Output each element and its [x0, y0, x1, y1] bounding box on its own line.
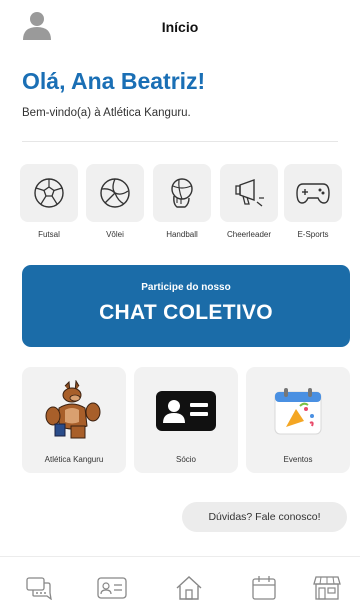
sport-tile[interactable]	[86, 164, 144, 222]
divider	[22, 141, 338, 142]
nav-chat[interactable]	[24, 575, 54, 601]
gamepad-icon	[296, 183, 330, 204]
header: Início	[0, 0, 360, 52]
welcome-text: Bem-vindo(a) à Atlética Kanguru.	[22, 107, 191, 119]
soccer-ball-icon	[34, 178, 64, 208]
calendar-party-icon	[274, 388, 322, 435]
card-label: Sócio	[175, 455, 196, 464]
sport-label: Vôlei	[106, 230, 124, 239]
member-card-icon	[156, 391, 216, 431]
card-atletica-kanguru[interactable]: Atlética Kanguru	[22, 367, 126, 473]
chat-banner-subtitle: Participe do nosso	[141, 282, 231, 293]
sport-item-handball[interactable]: Handball	[153, 164, 211, 239]
store-icon	[313, 576, 341, 600]
sport-label: E-Sports	[297, 230, 329, 239]
sport-label: Handball	[166, 230, 198, 239]
member-card-icon	[97, 577, 127, 599]
calendar-icon	[252, 576, 276, 600]
sport-tile[interactable]	[153, 164, 211, 222]
volleyball-icon	[100, 178, 130, 208]
feature-cards: Atlética Kanguru Sócio Eventos	[22, 367, 352, 473]
card-icon	[246, 381, 350, 441]
page-title: Início	[161, 19, 199, 35]
help-contact-button[interactable]: Dúvidas? Fale conosco!	[182, 502, 347, 532]
sport-tile[interactable]	[284, 164, 342, 222]
sport-tile[interactable]	[220, 164, 278, 222]
chat-banner-title: CHAT COLETIVO	[99, 301, 273, 324]
sport-label: Futsal	[38, 230, 60, 239]
card-icon	[22, 380, 126, 441]
card-label: Atlética Kanguru	[44, 455, 104, 464]
chat-coletivo-banner[interactable]: Participe do nosso CHAT COLETIVO	[22, 265, 350, 347]
nav-member-card[interactable]	[97, 575, 127, 601]
sports-row: Futsal Vôlei Handball Cheerleader E-Spor…	[20, 164, 342, 246]
card-socio[interactable]: Sócio	[134, 367, 238, 473]
sport-item-cheerleader[interactable]: Cheerleader	[220, 164, 278, 239]
cheerleader-megaphone-icon	[235, 179, 264, 207]
chat-icon	[26, 577, 52, 600]
card-eventos[interactable]: Eventos	[246, 367, 350, 473]
home-icon	[176, 576, 202, 600]
sport-item-futsal[interactable]: Futsal	[20, 164, 78, 239]
card-icon	[134, 381, 238, 441]
sport-item-esports[interactable]: E-Sports	[284, 164, 342, 239]
nav-store[interactable]	[312, 575, 342, 601]
sport-item-volei[interactable]: Vôlei	[86, 164, 144, 239]
greeting-heading: Olá, Ana Beatriz!	[22, 68, 206, 94]
card-label: Eventos	[283, 455, 313, 464]
nav-home[interactable]	[174, 575, 204, 601]
kangaroo-mascot-icon	[45, 380, 101, 439]
handball-icon	[171, 178, 193, 208]
bottom-nav	[0, 556, 360, 604]
sport-tile[interactable]	[20, 164, 78, 222]
nav-calendar[interactable]	[249, 575, 279, 601]
sport-label: Cheerleader	[226, 230, 272, 239]
